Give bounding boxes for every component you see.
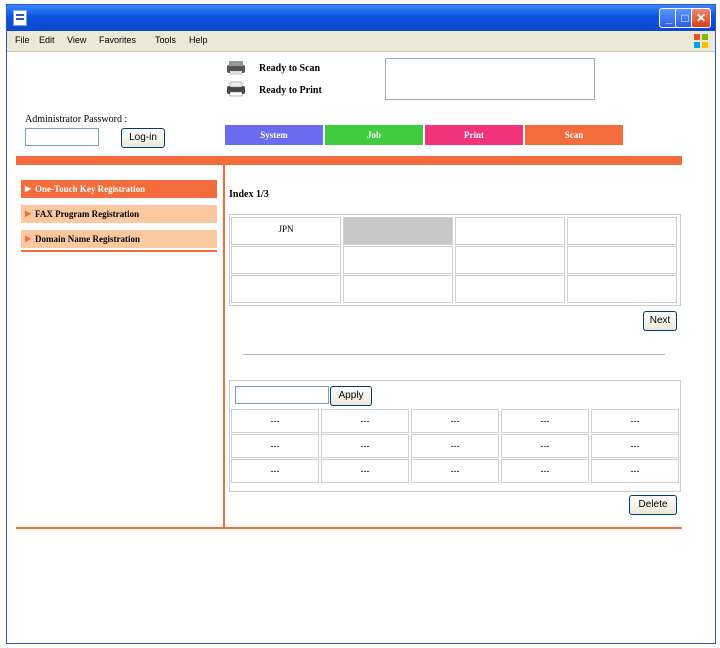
entry-cell[interactable]: --- [321,459,409,483]
title-bar[interactable]: _ □ ✕ [7,5,715,31]
app-icon [13,10,27,26]
entry-cell[interactable]: --- [501,459,589,483]
tab-scan[interactable]: Scan [525,125,623,145]
sidebar-item-label: Domain Name Registration [35,234,140,244]
delete-button[interactable]: Delete [629,495,677,515]
column-divider [223,165,225,527]
entry-cell[interactable]: --- [231,409,319,433]
menu-edit[interactable]: Edit [39,35,55,45]
apply-input[interactable] [235,386,329,404]
entry-cell[interactable]: --- [231,434,319,458]
triangle-right-icon: ▶ [25,209,32,218]
entry-cell[interactable]: --- [591,459,679,483]
sidebar-item-label: FAX Program Registration [35,209,140,219]
entry-cell[interactable]: --- [591,434,679,458]
admin-password-input[interactable] [25,128,99,146]
menu-tools[interactable]: Tools [155,35,176,45]
scanner-icon [227,61,245,75]
entry-cell[interactable]: --- [501,434,589,458]
page-content: Ready to Scan Ready to Print Administrat… [7,52,715,643]
index-grid-cell[interactable] [567,246,677,274]
menu-help[interactable]: Help [189,35,208,45]
sidebar-item-one-touch-key[interactable]: ▶ One-Touch Key Registration [21,180,217,198]
index-label: Index 1/3 [229,189,269,200]
footer-divider [16,527,682,529]
apply-button[interactable]: Apply [330,386,372,406]
tab-system[interactable]: System [225,125,323,145]
index-grid-cell[interactable] [231,246,341,274]
windows-logo-icon [694,34,708,48]
message-box [385,58,595,100]
triangle-right-icon: ▶ [25,234,32,243]
index-grid-cell[interactable] [455,246,565,274]
menu-view[interactable]: View [67,35,86,45]
tab-print[interactable]: Print [425,125,523,145]
entry-cell[interactable]: --- [231,459,319,483]
printer-icon [227,81,245,97]
index-grid-cell[interactable] [567,275,677,303]
triangle-right-icon: ▶ [25,184,32,193]
sidebar-item-domain-name[interactable]: ▶ Domain Name Registration [21,230,217,248]
entry-cell[interactable]: --- [321,409,409,433]
entry-cell[interactable]: --- [411,434,499,458]
section-separator [243,354,665,355]
entry-cell[interactable]: --- [591,409,679,433]
index-grid-cell[interactable] [343,246,453,274]
scan-status: Ready to Scan [259,63,321,74]
menu-favorites[interactable]: Favorites [99,35,136,45]
entry-cell[interactable]: --- [321,434,409,458]
entry-cell[interactable]: --- [501,409,589,433]
index-grid-cell[interactable] [567,217,677,245]
sidebar-item-label: One-Touch Key Registration [35,184,146,194]
index-grid-cell[interactable] [343,275,453,303]
index-grid-cell[interactable] [455,217,565,245]
tab-job[interactable]: Job [325,125,423,145]
index-grid-cell[interactable]: JPN [231,217,341,245]
index-grid-cell[interactable] [231,275,341,303]
header-divider [16,156,682,165]
entry-cell[interactable]: --- [411,459,499,483]
sidebar-item-fax-program[interactable]: ▶ FAX Program Registration [21,205,217,223]
login-button[interactable]: Log-in [121,128,165,148]
index-grid-cell[interactable] [343,217,453,245]
admin-password-label: Administrator Password : [25,114,128,125]
index-grid-cell[interactable] [455,275,565,303]
entry-cell[interactable]: --- [411,409,499,433]
browser-window: _ □ ✕ File Edit View Favorites Tools Hel… [6,4,716,644]
next-button[interactable]: Next [643,311,677,331]
menu-bar: File Edit View Favorites Tools Help [7,31,715,52]
close-button[interactable]: ✕ [691,8,711,28]
print-status: Ready to Print [259,85,322,96]
menu-file[interactable]: File [15,35,30,45]
sidebar-underline [21,250,217,252]
